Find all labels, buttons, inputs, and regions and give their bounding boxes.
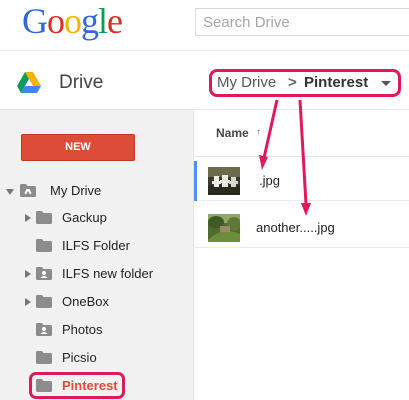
logo-letter: o xyxy=(47,1,65,41)
row-divider xyxy=(197,200,409,201)
name-column-header[interactable]: Name xyxy=(216,125,249,141)
folder-icon xyxy=(36,295,52,308)
app-bar: Drive My Drive > Pinterest xyxy=(0,51,409,109)
list-header-divider xyxy=(194,156,409,157)
file-list: Name ↑ .jpg another.....jpg xyxy=(194,110,409,400)
chevron-right-icon[interactable] xyxy=(25,298,31,306)
sidebar-item-photos[interactable]: Photos xyxy=(0,318,193,342)
sidebar-item-gackup[interactable]: Gackup xyxy=(0,206,193,230)
sidebar-item-picsio[interactable]: Picsio xyxy=(0,346,193,370)
breadcrumb-current-folder[interactable]: Pinterest xyxy=(304,72,368,94)
drive-logo-icon[interactable] xyxy=(17,72,41,94)
logo-letter: G xyxy=(22,1,48,41)
sidebar-item-my-drive[interactable]: My Drive xyxy=(0,179,193,203)
chevron-down-icon[interactable] xyxy=(6,189,14,195)
file-name: .jpg xyxy=(259,173,280,188)
sidebar-item-label: ILFS Folder xyxy=(62,238,130,253)
sidebar-item-ilfs-new-folder[interactable]: ILFS new folder xyxy=(0,262,193,286)
file-name: another.....jpg xyxy=(256,220,335,235)
breadcrumb-my-drive[interactable]: My Drive xyxy=(217,72,276,94)
file-row[interactable]: .jpg xyxy=(194,161,409,201)
file-row[interactable]: another.....jpg xyxy=(194,208,409,248)
app-title: Drive xyxy=(59,72,104,93)
highlight-box xyxy=(29,372,125,399)
row-divider xyxy=(194,247,409,248)
sidebar: NEW My Drive Gackup ILFS Folder ILFS new… xyxy=(0,110,193,400)
sidebar-item-label: ILFS new folder xyxy=(62,266,154,281)
sidebar-item-label: Gackup xyxy=(62,210,107,225)
search-input[interactable] xyxy=(196,9,409,35)
chevron-right-icon[interactable] xyxy=(25,214,31,222)
breadcrumb: My Drive > Pinterest xyxy=(209,69,401,97)
sidebar-item-label: OneBox xyxy=(62,294,109,309)
chevron-down-icon[interactable] xyxy=(381,81,391,86)
sort-arrow-icon[interactable]: ↑ xyxy=(256,127,261,139)
image-thumbnail-garden xyxy=(208,214,240,242)
chevron-right-icon[interactable] xyxy=(25,270,31,278)
google-logo[interactable]: Google xyxy=(22,1,123,41)
logo-letter: g xyxy=(81,1,99,41)
sidebar-item-label: My Drive xyxy=(50,183,102,198)
logo-letter: o xyxy=(64,1,82,41)
search-box xyxy=(195,8,409,36)
shared-folder-icon xyxy=(36,323,52,336)
new-button[interactable]: NEW xyxy=(21,134,135,161)
logo-letter: l xyxy=(98,1,108,41)
folder-icon xyxy=(36,211,52,224)
shared-folder-icon xyxy=(36,267,52,280)
logo-letter: e xyxy=(107,1,123,41)
breadcrumb-separator: > xyxy=(288,74,297,91)
image-thumbnail-chairs xyxy=(208,167,240,195)
folder-icon xyxy=(36,351,52,364)
folder-icon xyxy=(36,239,52,252)
top-header: Google xyxy=(0,0,409,50)
sidebar-item-label: Picsio xyxy=(62,350,97,365)
google-drive-window: Google Drive My Drive > Pinterest NEW xyxy=(0,0,409,400)
sidebar-item-onebox[interactable]: OneBox xyxy=(0,290,193,314)
my-drive-icon xyxy=(20,184,36,197)
sidebar-item-label: Photos xyxy=(62,322,103,337)
sidebar-item-ilfs-folder[interactable]: ILFS Folder xyxy=(0,234,193,258)
